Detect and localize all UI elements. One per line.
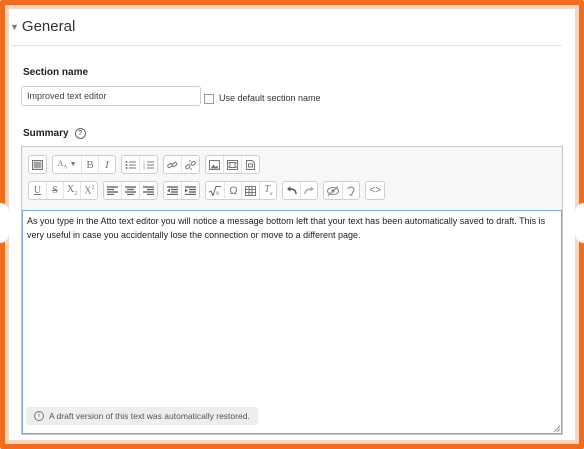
resize-grip-icon[interactable] xyxy=(552,424,560,432)
toolbar-group xyxy=(163,181,201,200)
section-name-input[interactable]: Improved text editor xyxy=(21,86,201,106)
link-icon[interactable] xyxy=(164,156,181,173)
editor-content-area[interactable]: As you type in the Atto text editor you … xyxy=(22,210,562,434)
autosave-notice: i A draft version of this text was autom… xyxy=(26,407,258,425)
strikethrough-icon[interactable]: S xyxy=(46,182,63,199)
outdent-icon[interactable] xyxy=(164,182,181,199)
summary-label-row: Summary ? xyxy=(23,128,86,139)
file-icon[interactable] xyxy=(241,156,259,173)
right-notch xyxy=(575,203,584,243)
autosave-notice-text: A draft version of this text was automat… xyxy=(49,411,250,421)
ordered-list-icon[interactable]: 123 xyxy=(139,156,157,173)
redo-icon[interactable] xyxy=(300,182,317,199)
accessibility-checker-icon[interactable] xyxy=(324,182,342,199)
info-icon: i xyxy=(34,411,44,421)
screenreader-helper-icon[interactable] xyxy=(342,182,359,199)
align-center-icon[interactable] xyxy=(121,182,139,199)
question-circle-icon[interactable]: ? xyxy=(74,128,86,139)
atto-editor: AA ▼ B I 123 U S X2 X2 a Ω Tx <> As you … xyxy=(21,146,563,435)
toolbar-group xyxy=(103,181,159,200)
toolbar-row-2: U S X2 X2 a Ω Tx <> xyxy=(28,181,390,200)
toolbar-group xyxy=(323,181,361,200)
underline-icon[interactable]: U xyxy=(29,182,46,199)
svg-text:a: a xyxy=(216,190,219,196)
collapse-toolbar-icon[interactable] xyxy=(29,156,46,173)
editor-content-text: As you type in the Atto text editor you … xyxy=(27,216,546,240)
toolbar-group xyxy=(163,155,200,174)
collapse-caret-icon[interactable]: ▼ xyxy=(10,22,19,32)
clear-format-icon[interactable]: Tx xyxy=(259,182,276,199)
section-name-label: Section name xyxy=(23,67,89,78)
unordered-list-icon[interactable] xyxy=(122,156,139,173)
html-source-icon[interactable]: <> xyxy=(366,182,384,199)
paragraph-style-icon[interactable]: AA ▼ xyxy=(53,156,81,173)
unlink-icon[interactable] xyxy=(181,156,199,173)
use-default-name-label[interactable]: Use default section name xyxy=(219,93,321,103)
svg-text:3: 3 xyxy=(143,166,145,170)
toolbar-group: a Ω Tx xyxy=(205,181,278,200)
toolbar-group: 123 xyxy=(121,155,158,174)
italic-icon[interactable]: I xyxy=(98,156,115,173)
toolbar-group xyxy=(205,155,260,174)
equation-icon[interactable]: a xyxy=(206,182,224,199)
media-icon[interactable] xyxy=(223,156,241,173)
subscript-icon[interactable]: X2 xyxy=(63,182,80,199)
header-divider xyxy=(11,45,562,46)
toolbar-group: AA ▼ B I xyxy=(52,155,116,174)
align-right-icon[interactable] xyxy=(139,182,157,199)
use-default-name-checkbox[interactable] xyxy=(204,94,214,104)
general-section-header[interactable]: ▼ General xyxy=(10,18,75,35)
toolbar-group xyxy=(28,155,47,174)
align-left-icon[interactable] xyxy=(104,182,121,199)
table-icon[interactable] xyxy=(241,182,259,199)
toolbar-group: <> xyxy=(365,181,386,200)
special-char-icon[interactable]: Ω xyxy=(224,182,241,199)
indent-icon[interactable] xyxy=(181,182,199,199)
section-header-title: General xyxy=(21,18,76,35)
summary-label: Summary xyxy=(23,128,69,139)
toolbar-group xyxy=(282,181,319,200)
toolbar-group: U S X2 X2 xyxy=(28,181,99,200)
superscript-icon[interactable]: X2 xyxy=(80,182,97,199)
undo-icon[interactable] xyxy=(283,182,300,199)
left-notch xyxy=(0,203,9,243)
bold-icon[interactable]: B xyxy=(81,156,98,173)
image-icon[interactable] xyxy=(206,156,223,173)
toolbar-row-1: AA ▼ B I 123 xyxy=(28,155,265,174)
